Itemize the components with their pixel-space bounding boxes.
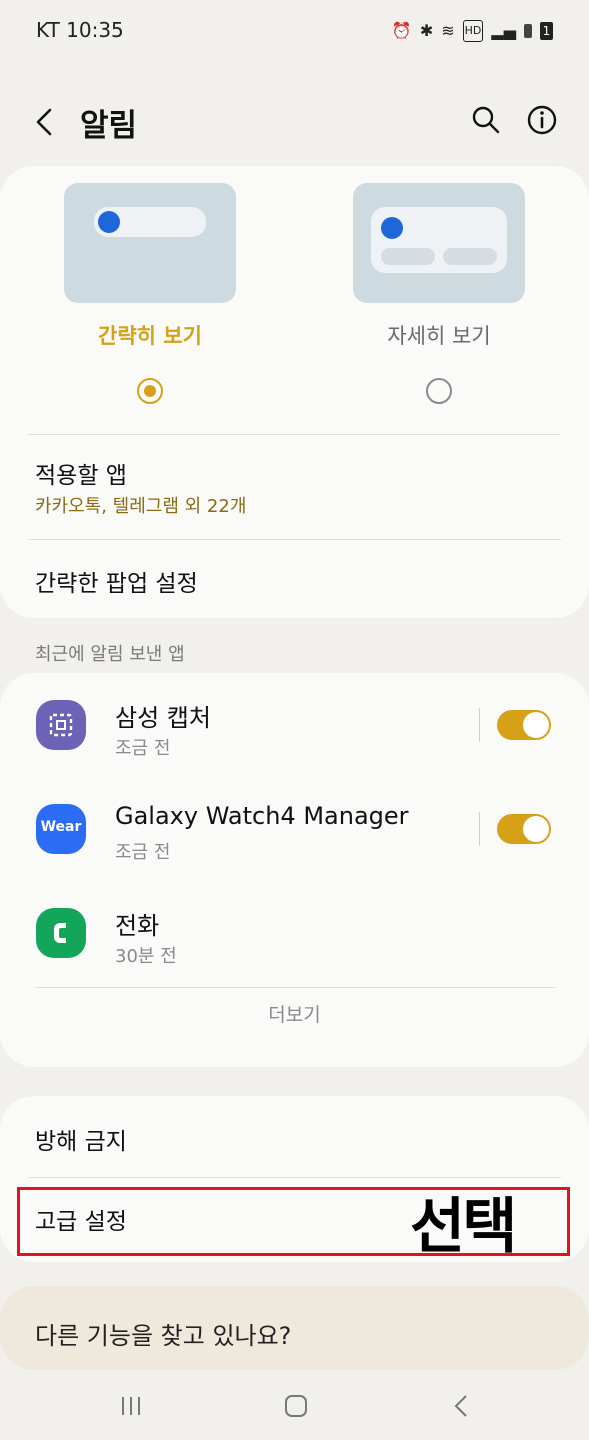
app-time: 30분 전	[115, 946, 177, 967]
brief-radio[interactable]	[137, 378, 163, 404]
app-row-capture[interactable]: 삼성 캡처 조금 전	[0, 676, 589, 776]
app-name: 삼성 캡처	[115, 704, 211, 732]
brief-style-option[interactable]	[64, 183, 236, 303]
info-button[interactable]	[524, 102, 560, 138]
detailed-style-label: 자세히 보기	[387, 324, 491, 348]
home-button[interactable]	[282, 1392, 310, 1420]
capture-toggle[interactable]	[497, 710, 551, 740]
divider	[35, 987, 555, 988]
battery-small-icon	[524, 24, 532, 38]
app-name: 전화	[115, 912, 160, 940]
app-name: Galaxy Watch4 Manager	[115, 802, 409, 830]
back-button[interactable]	[30, 102, 62, 142]
wifi-icon: ≋	[441, 21, 455, 40]
wear-icon: Wear	[36, 804, 86, 854]
nav-back-button[interactable]	[448, 1392, 476, 1420]
phone-icon	[36, 908, 86, 958]
back-icon	[454, 1395, 467, 1417]
recent-apps-section-label: 최근에 알림 보낸 앱	[35, 644, 185, 665]
recents-button[interactable]	[118, 1392, 146, 1420]
app-time: 조금 전	[115, 738, 171, 759]
dnd-item[interactable]: 방해 금지	[0, 1100, 589, 1176]
more-button[interactable]: 더보기	[0, 1000, 589, 1027]
brief-preview	[64, 183, 236, 303]
detailed-preview	[353, 183, 525, 303]
battery-icon: 1	[540, 22, 553, 40]
capture-icon	[36, 700, 86, 750]
select-annotation: 선택	[410, 1192, 517, 1262]
separator	[479, 708, 480, 742]
detailed-radio[interactable]	[426, 378, 452, 404]
galaxy-watch-toggle[interactable]	[497, 814, 551, 844]
chevron-left-icon	[36, 108, 52, 136]
suggestion-card[interactable]: 다른 기능을 찾고 있나요?	[0, 1286, 589, 1370]
signal-icon: ▂▄	[491, 21, 516, 40]
info-icon	[527, 105, 557, 135]
suggestion-text: 다른 기능을 찾고 있나요?	[35, 1322, 292, 1350]
detailed-style-option[interactable]	[353, 183, 525, 303]
popup-settings-title: 간략한 팝업 설정	[35, 571, 198, 597]
alarm-icon: ⏰	[391, 21, 412, 40]
search-button[interactable]	[468, 102, 504, 138]
status-time: KT 10:35	[36, 18, 124, 42]
divider	[28, 434, 561, 435]
separator	[479, 812, 480, 846]
brief-style-label: 간략히 보기	[98, 324, 202, 348]
app-row-phone[interactable]: 전화 30분 전	[0, 884, 589, 984]
app-time: 조금 전	[115, 842, 171, 863]
hd-icon: HD	[462, 20, 484, 42]
popup-settings-item[interactable]: 간략한 팝업 설정	[0, 540, 589, 616]
bluetooth-icon: ✱	[419, 21, 434, 40]
search-icon	[472, 106, 500, 134]
page-title: 알림	[80, 108, 138, 144]
apply-apps-title: 적용할 앱	[35, 463, 127, 489]
dnd-title: 방해 금지	[35, 1129, 127, 1155]
apply-apps-item[interactable]: 적용할 앱 카카오톡, 텔레그램 외 22개	[0, 436, 589, 538]
home-icon	[285, 1395, 307, 1417]
apply-apps-subtitle: 카카오톡, 텔레그램 외 22개	[35, 496, 247, 517]
status-icons: ⏰ ✱ ≋ HD ▂▄ 1	[392, 20, 553, 42]
app-row-galaxy-watch[interactable]: Wear Galaxy Watch4 Manager 조금 전	[0, 780, 589, 880]
recents-icon	[122, 1397, 140, 1415]
